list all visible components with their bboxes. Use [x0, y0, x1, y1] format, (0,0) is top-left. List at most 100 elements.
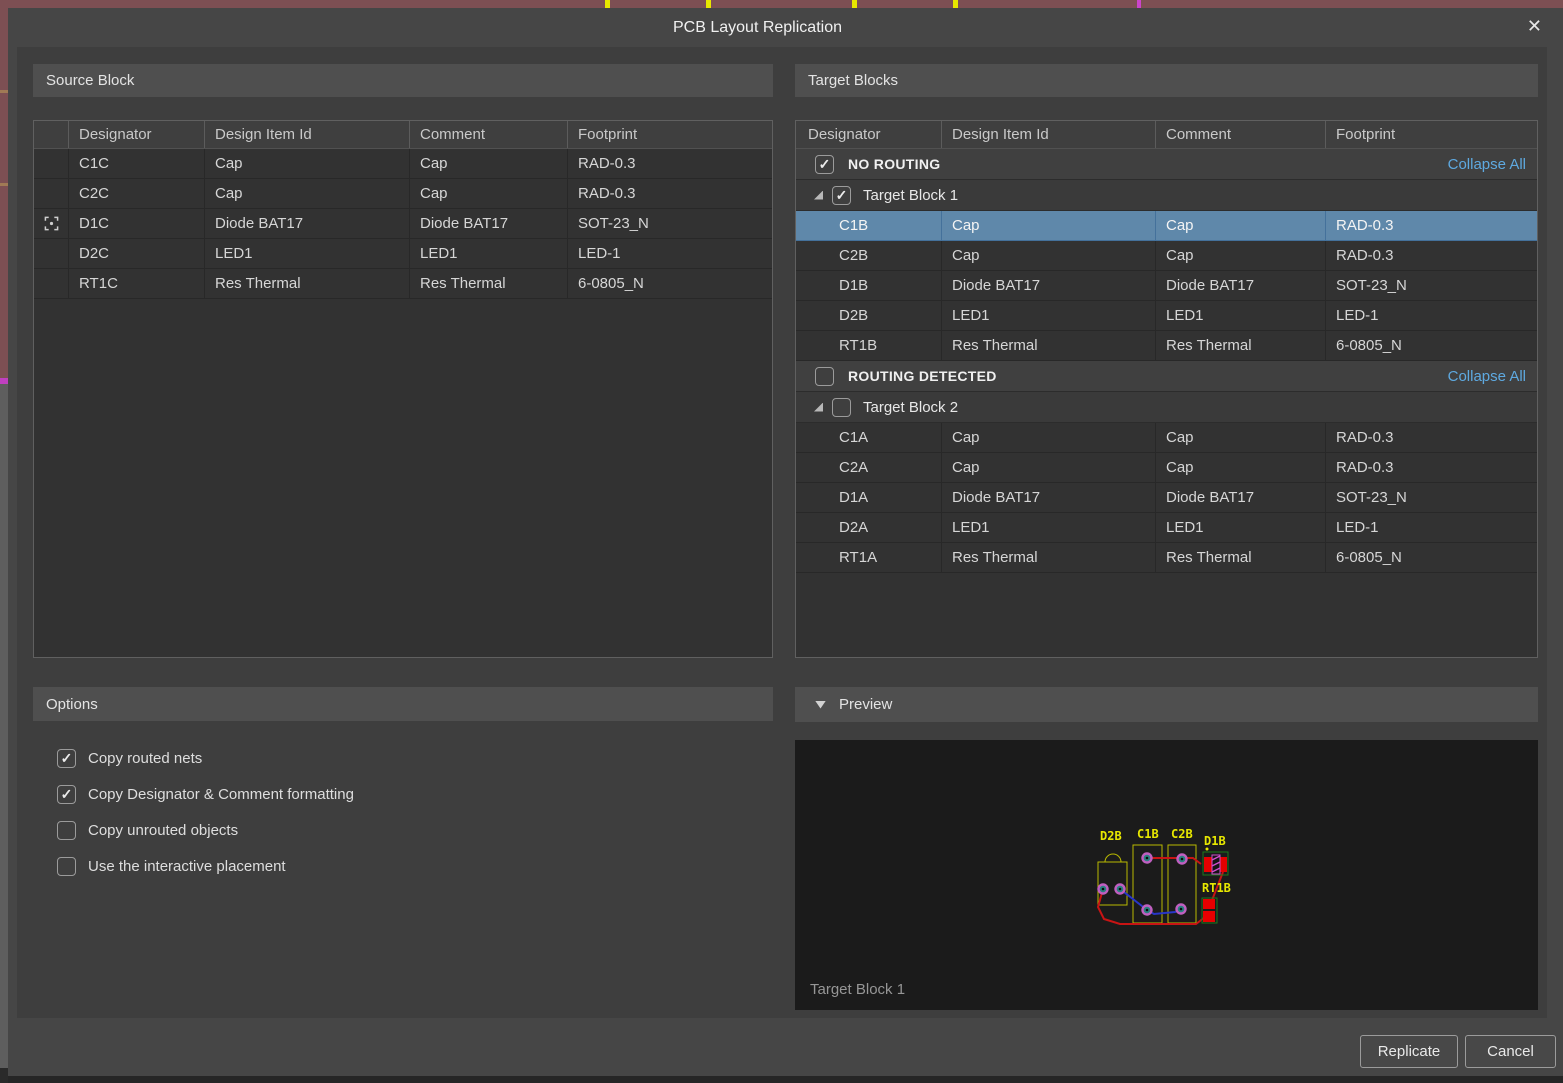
cell-footprint: RAD-0.3 [567, 179, 772, 208]
table-row[interactable]: C2C Cap Cap RAD-0.3 [34, 179, 772, 209]
table-row[interactable]: C1A Cap Cap RAD-0.3 [796, 423, 1537, 453]
cell-designator: D2A [796, 513, 941, 542]
collapse-all-link[interactable]: Collapse All [1448, 368, 1526, 385]
column-header-design-item-id[interactable]: Design Item Id [941, 121, 1155, 148]
checkbox[interactable] [815, 155, 834, 174]
subgroup-row-target-block-1[interactable]: Target Block 1 [796, 180, 1537, 211]
pad-holes [1102, 857, 1184, 912]
cell-footprint: RAD-0.3 [567, 149, 772, 178]
cell-comment: Diode BAT17 [1155, 483, 1325, 512]
table-row[interactable]: C1C Cap Cap RAD-0.3 [34, 149, 772, 179]
cell-design-item-id: LED1 [941, 513, 1155, 542]
checkbox[interactable] [815, 367, 834, 386]
option-label: Copy Designator & Comment formatting [88, 786, 354, 803]
cell-footprint: LED-1 [1325, 301, 1537, 330]
cell-footprint: 6-0805_N [1325, 543, 1537, 572]
table-row[interactable]: RT1B Res Thermal Res Thermal 6-0805_N [796, 331, 1537, 361]
column-header-design-item-id[interactable]: Design Item Id [204, 121, 409, 148]
cell-comment: Diode BAT17 [1155, 271, 1325, 300]
cell-designator: RT1B [796, 331, 941, 360]
cell-design-item-id: LED1 [204, 239, 409, 268]
pcb-trace-tick [0, 90, 8, 93]
table-row[interactable]: D2C LED1 LED1 LED-1 [34, 239, 772, 269]
pcb-trace-tick [852, 0, 857, 8]
footprint-d1b [1203, 848, 1228, 876]
checkbox[interactable] [57, 785, 76, 804]
column-header-footprint[interactable]: Footprint [567, 121, 772, 148]
cell-designator: C2B [796, 241, 941, 270]
group-row-no-routing[interactable]: NO ROUTING Collapse All [796, 149, 1537, 180]
cell-designator: C1A [796, 423, 941, 452]
cell-comment: LED1 [1155, 513, 1325, 542]
cell-comment: Cap [1155, 423, 1325, 452]
pcb-layout-replication-dialog: PCB Layout Replication ✕ Source Block De… [8, 8, 1563, 1083]
pcb-trace-tick [0, 378, 8, 384]
cell-designator: C1C [68, 149, 204, 178]
cell-designator: D1A [796, 483, 941, 512]
cell-comment: Diode BAT17 [409, 209, 567, 238]
checkbox[interactable] [832, 186, 851, 205]
pcb-trace-tick [605, 0, 610, 8]
check-icon [61, 787, 73, 801]
cell-footprint: 6-0805_N [567, 269, 772, 298]
cell-comment: Res Thermal [1155, 331, 1325, 360]
cell-footprint: SOT-23_N [1325, 271, 1537, 300]
cell-design-item-id: Cap [204, 179, 409, 208]
cell-footprint: SOT-23_N [567, 209, 772, 238]
option-copy-designator-comment-formatting: Copy Designator & Comment formatting [57, 776, 757, 812]
table-row[interactable]: D1B Diode BAT17 Diode BAT17 SOT-23_N [796, 271, 1537, 301]
cancel-button[interactable]: Cancel [1465, 1035, 1556, 1068]
table-row[interactable]: D1C Diode BAT17 Diode BAT17 SOT-23_N [34, 209, 772, 239]
column-header-designator[interactable]: Designator [68, 121, 204, 148]
cell-footprint: SOT-23_N [1325, 483, 1537, 512]
column-header-footprint[interactable]: Footprint [1325, 121, 1537, 148]
pcb-trace-tick [953, 0, 958, 8]
collapse-triangle-icon[interactable] [815, 701, 826, 709]
preview-header: Preview [795, 687, 1538, 722]
cell-designator: D1B [796, 271, 941, 300]
options-header-label: Options [46, 696, 98, 713]
group-label: ROUTING DETECTED [848, 368, 997, 384]
column-header-comment[interactable]: Comment [1155, 121, 1325, 148]
table-row[interactable]: C2B Cap Cap RAD-0.3 [796, 241, 1537, 271]
table-row[interactable]: D1A Diode BAT17 Diode BAT17 SOT-23_N [796, 483, 1537, 513]
cell-comment: Cap [1155, 241, 1325, 270]
table-row[interactable]: C2A Cap Cap RAD-0.3 [796, 453, 1537, 483]
collapse-all-link[interactable]: Collapse All [1448, 156, 1526, 173]
cell-footprint: RAD-0.3 [1325, 211, 1537, 240]
checkbox[interactable] [832, 398, 851, 417]
cell-design-item-id: Cap [941, 241, 1155, 270]
cell-footprint: RAD-0.3 [1325, 423, 1537, 452]
subgroup-row-target-block-2[interactable]: Target Block 2 [796, 392, 1537, 423]
pcb-trace-tick [1137, 0, 1141, 8]
close-icon[interactable]: ✕ [1527, 15, 1542, 37]
table-empty-area [34, 299, 772, 657]
column-header-comment[interactable]: Comment [409, 121, 567, 148]
cell-footprint: RAD-0.3 [1325, 241, 1537, 270]
checkbox[interactable] [57, 749, 76, 768]
check-icon [61, 751, 73, 765]
table-row[interactable]: D2A LED1 LED1 LED-1 [796, 513, 1537, 543]
replicate-button[interactable]: Replicate [1360, 1035, 1458, 1068]
cell-designator: D2C [68, 239, 204, 268]
group-row-routing-detected[interactable]: ROUTING DETECTED Collapse All [796, 361, 1537, 392]
source-table: Designator Design Item Id Comment Footpr… [33, 120, 773, 658]
cell-design-item-id: Cap [204, 149, 409, 178]
column-header-designator[interactable]: Designator [796, 121, 941, 148]
expand-triangle-icon[interactable] [814, 191, 823, 200]
cell-designator: RT1C [68, 269, 204, 298]
cell-designator: C2A [796, 453, 941, 482]
option-use-interactive-placement: Use the interactive placement [57, 848, 757, 884]
table-row[interactable]: D2B LED1 LED1 LED-1 [796, 301, 1537, 331]
cell-design-item-id: LED1 [941, 301, 1155, 330]
table-row[interactable]: RT1A Res Thermal Res Thermal 6-0805_N [796, 543, 1537, 573]
options-header: Options [33, 687, 773, 721]
table-row[interactable]: C1B Cap Cap RAD-0.3 [796, 211, 1537, 241]
cell-design-item-id: Res Thermal [204, 269, 409, 298]
checkbox[interactable] [57, 857, 76, 876]
subgroup-label: Target Block 1 [863, 187, 958, 204]
cell-comment: Cap [1155, 211, 1325, 240]
expand-triangle-icon[interactable] [814, 403, 823, 412]
table-row[interactable]: RT1C Res Thermal Res Thermal 6-0805_N [34, 269, 772, 299]
checkbox[interactable] [57, 821, 76, 840]
